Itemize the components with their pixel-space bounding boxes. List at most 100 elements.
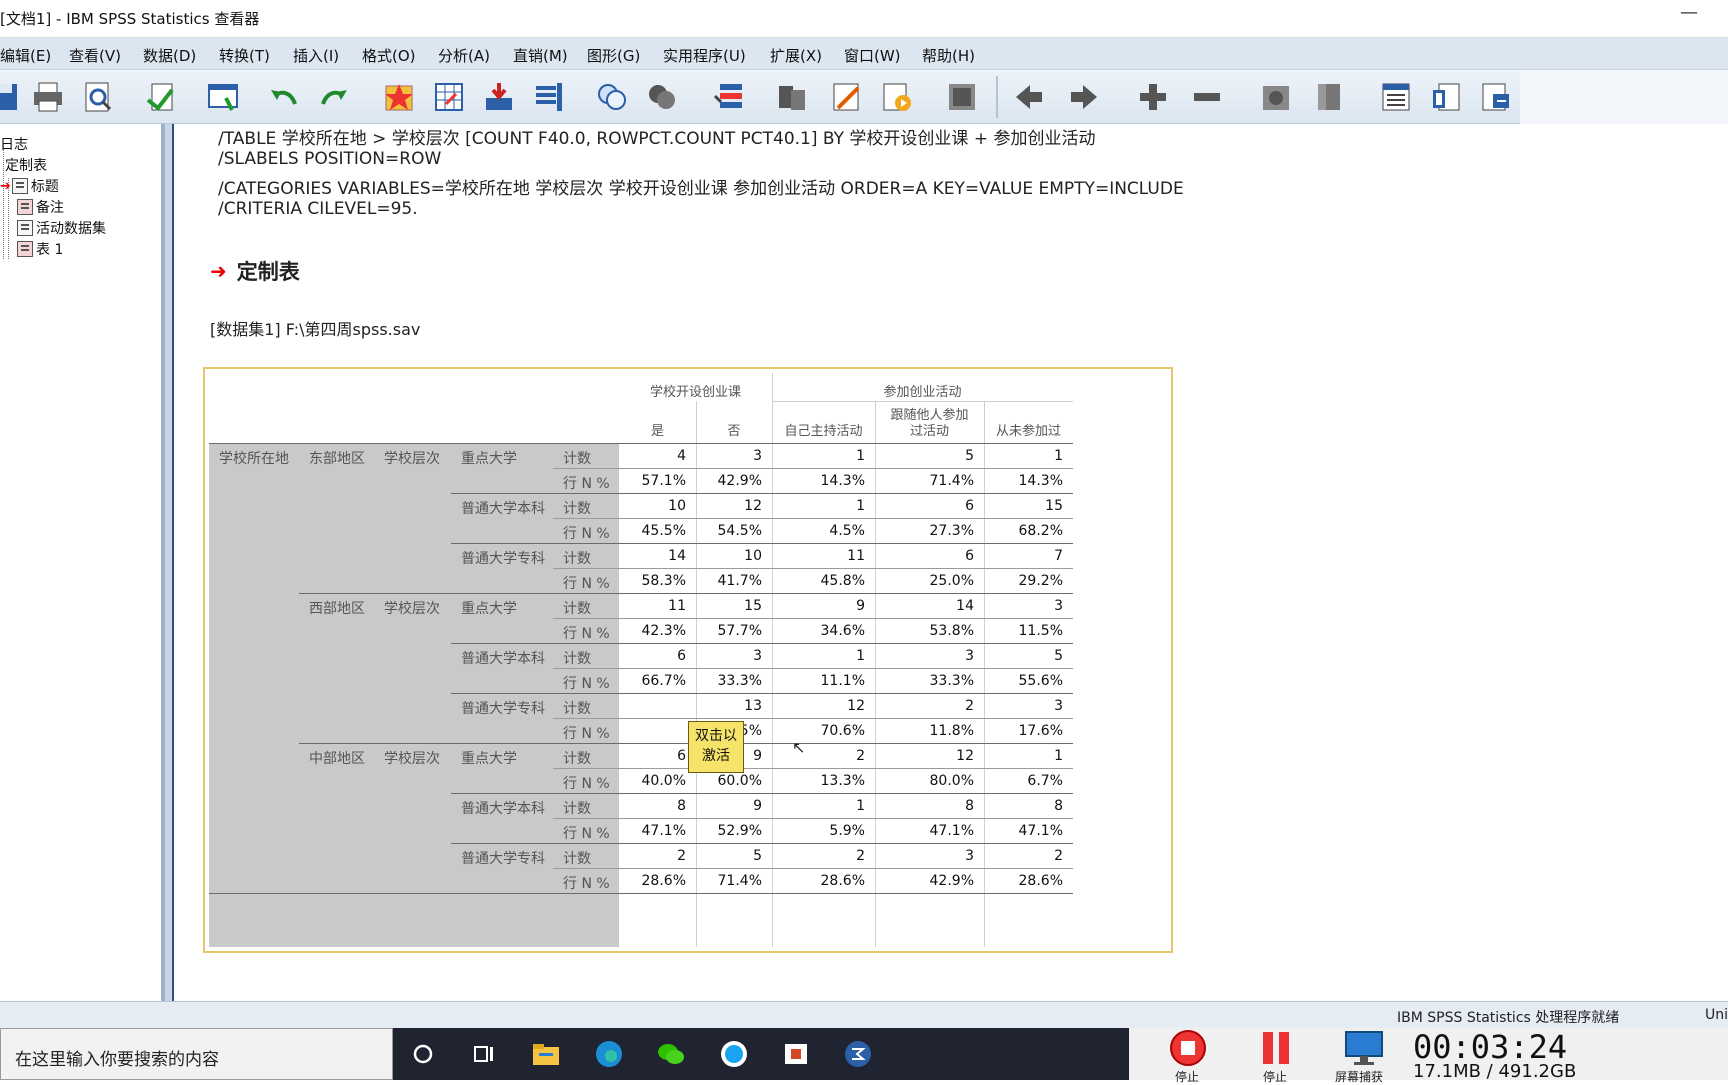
table-cell: 11.8% <box>929 723 974 739</box>
level-label: 重点大学 <box>461 451 517 467</box>
table-cell: 3 <box>753 448 762 464</box>
arrow-left-icon[interactable] <box>1011 79 1047 115</box>
save-icon[interactable] <box>0 79 22 115</box>
undo-icon[interactable] <box>266 79 302 115</box>
table-cell: 6 <box>965 498 974 514</box>
menu-view[interactable]: 查看(V) <box>69 45 121 66</box>
stat-label: 计数 <box>563 601 591 617</box>
goto-data-icon[interactable] <box>381 79 417 115</box>
table-cell: 14 <box>668 548 686 564</box>
menu-extensions[interactable]: 扩展(X) <box>770 45 822 66</box>
table-cell: 12 <box>744 498 762 514</box>
screen-capture-icon[interactable] <box>1339 1028 1389 1068</box>
stat-label: 计数 <box>563 701 591 717</box>
table-cell: 33.3% <box>717 673 762 689</box>
arrow-right-icon[interactable] <box>1066 79 1102 115</box>
menu-analyze[interactable]: 分析(A) <box>438 45 490 66</box>
table-cell: 28.6% <box>820 873 865 889</box>
window-title: [文档1] - IBM SPSS Statistics 查看器 <box>0 10 260 28</box>
menu-data[interactable]: 数据(D) <box>143 45 196 66</box>
table-cell: 11 <box>847 548 865 564</box>
group-header: 参加创业活动 <box>883 385 962 400</box>
qq-icon[interactable] <box>709 1028 759 1080</box>
outline-custom-tables[interactable]: 定制表 <box>5 155 47 175</box>
insert-title-icon[interactable] <box>1428 79 1464 115</box>
outline-item-label: 定制表 <box>5 158 47 174</box>
wechat-icon[interactable] <box>646 1028 696 1080</box>
show-all-variables-icon[interactable] <box>594 79 630 115</box>
edit-icon[interactable] <box>829 79 865 115</box>
table-cell: 11.1% <box>820 673 865 689</box>
window-titlebar: [文档1] - IBM SPSS Statistics 查看器 — <box>0 0 1728 38</box>
table-cell: 52.9% <box>717 823 762 839</box>
table-cell: 14.3% <box>1018 473 1063 489</box>
table-cell: 17.6% <box>1018 723 1063 739</box>
pivot-table-frame[interactable]: 学校开设创业课 参加创业活动是否自己主持活动 跟随他人参加 过活动 从未参加过 学校所在地… <box>203 367 1173 953</box>
row-divider <box>451 643 1073 644</box>
table-cell: 55.6% <box>1018 673 1063 689</box>
cortana-icon[interactable] <box>398 1028 448 1080</box>
hide-output-icon[interactable] <box>1311 79 1347 115</box>
menu-help[interactable]: 帮助(H) <box>922 45 975 66</box>
recording-size: 17.1MB / 491.2GB <box>1413 1061 1577 1082</box>
run-script-icon[interactable] <box>879 79 915 115</box>
outline-notes[interactable]: 备注 <box>17 197 64 217</box>
expand-icon[interactable] <box>1135 79 1171 115</box>
outline-title[interactable]: ➔ 标题 <box>0 176 59 196</box>
table-cell: 3 <box>1054 698 1063 714</box>
outline-active-dataset[interactable]: 活动数据集 <box>17 218 106 238</box>
goto-variable-icon[interactable] <box>481 79 517 115</box>
table-cell: 2 <box>856 848 865 864</box>
edge-browser-icon[interactable] <box>584 1028 634 1080</box>
print-preview-icon[interactable] <box>80 79 116 115</box>
menu-direct-marketing[interactable]: 直销(M) <box>513 45 568 66</box>
show-icon[interactable] <box>1258 79 1294 115</box>
use-variable-sets-icon[interactable] <box>711 79 747 115</box>
stat-label: 行 N % <box>563 576 610 592</box>
export-icon[interactable] <box>143 79 179 115</box>
menu-graphs[interactable]: 图形(G) <box>587 45 640 66</box>
level-label: 普通大学本科 <box>461 651 545 667</box>
insert-heading-icon[interactable] <box>1378 79 1414 115</box>
value-labels-icon[interactable] <box>644 79 680 115</box>
insert-text-icon[interactable] <box>1478 79 1514 115</box>
taskbar-search-input[interactable]: 在这里输入你要搜索的内容 <box>0 1028 393 1080</box>
powerpoint-icon[interactable] <box>771 1028 821 1080</box>
table-cell: 47.1% <box>929 823 974 839</box>
table-cell: 71.4% <box>717 873 762 889</box>
row-divider <box>299 593 1073 594</box>
minimize-button[interactable]: — <box>1680 2 1698 23</box>
stat-label: 行 N % <box>563 776 610 792</box>
table-cell: 47.1% <box>641 823 686 839</box>
section-heading[interactable]: ➜ 定制表 <box>210 256 300 286</box>
collapse-icon[interactable] <box>1189 79 1225 115</box>
spss-icon[interactable] <box>833 1028 883 1080</box>
menu-transform[interactable]: 转换(T) <box>219 45 270 66</box>
redo-icon[interactable] <box>316 79 352 115</box>
menu-utilities[interactable]: 实用程序(U) <box>663 45 746 66</box>
outline-table-1[interactable]: 表 1 <box>17 239 63 259</box>
table-cell: 10 <box>744 548 762 564</box>
level-label: 普通大学本科 <box>461 501 545 517</box>
menu-edit[interactable]: 编辑(E) <box>0 45 51 66</box>
record-pause-icon[interactable] <box>1251 1028 1301 1068</box>
variables-icon[interactable] <box>531 79 567 115</box>
designate-window-icon[interactable] <box>944 79 980 115</box>
record-stop-icon[interactable] <box>1163 1028 1213 1068</box>
menu-format[interactable]: 格式(O) <box>362 45 416 66</box>
menu-window[interactable]: 窗口(W) <box>844 45 901 66</box>
activate-tooltip: 双击以激活 <box>688 721 744 773</box>
pane-splitter[interactable] <box>165 124 172 1001</box>
hide-icon[interactable] <box>774 79 810 115</box>
recall-dialog-icon[interactable] <box>205 79 241 115</box>
outline-item-label: 备注 <box>36 200 64 216</box>
outline-log[interactable]: 日志 <box>0 134 28 154</box>
print-icon[interactable] <box>30 79 66 115</box>
row-divider <box>553 868 1073 869</box>
table-cell: 5 <box>753 848 762 864</box>
task-view-icon[interactable] <box>459 1028 509 1080</box>
menu-insert[interactable]: 插入(I) <box>293 45 339 66</box>
goto-case-icon[interactable] <box>431 79 467 115</box>
pivot-table: 学校开设创业课 参加创业活动是否自己主持活动 跟随他人参加 过活动 从未参加过 学校所在地… <box>209 373 1167 947</box>
file-explorer-icon[interactable] <box>521 1028 571 1080</box>
